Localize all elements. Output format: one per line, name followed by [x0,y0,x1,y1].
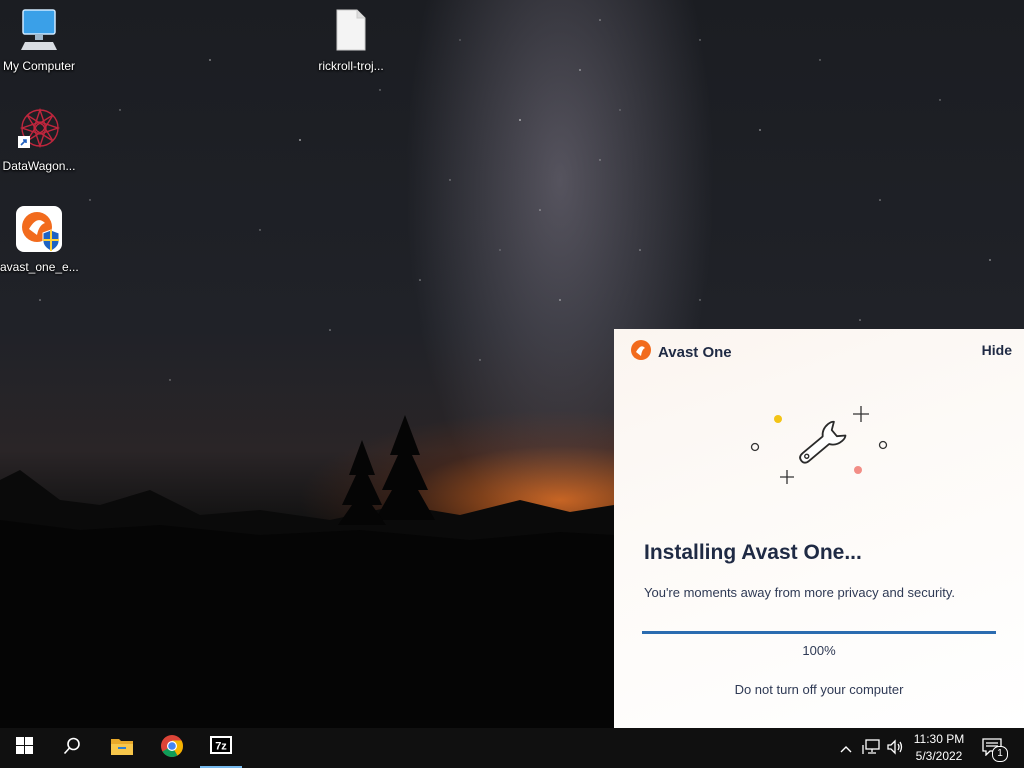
desktop-icon-label: rickroll-troj... [318,59,384,73]
clock-date: 5/3/2022 [915,749,963,763]
installer-illustration [744,401,894,496]
avast-installer-icon [0,205,78,256]
desktop-icon-avast-installer[interactable]: avast_one_e... [0,205,79,274]
desktop-icon-label: DataWagon... [2,159,76,173]
search-button[interactable] [48,728,96,768]
hide-button[interactable]: Hide [982,342,1012,358]
start-icon [15,737,33,759]
file-explorer-icon [110,736,134,761]
desktop-icon-label: My Computer [2,59,76,73]
notification-icon: 1 [982,738,1008,762]
svg-text:7z: 7z [215,740,227,752]
avast-logo-icon [630,339,652,366]
taskbar: 7z 11:30 PM 5/3/2022 1 [0,728,1024,768]
chevron-up-icon [840,741,852,756]
file-icon [312,8,390,55]
wrench-icon [799,420,847,464]
avast-header: Avast One [630,339,732,366]
progress-fill [642,631,996,634]
clock-time: 11:30 PM [913,732,965,746]
desktop-icon-rickroll[interactable]: rickroll-troj... [312,8,390,73]
system-clock[interactable]: 11:30 PM 5/3/2022 [902,731,976,765]
start-button[interactable] [0,728,48,768]
7zip-button[interactable]: 7z [200,728,242,768]
chrome-button[interactable] [148,728,196,768]
file-explorer-button[interactable] [98,728,146,768]
desktop-icon-datawagon[interactable]: DataWagon... [0,106,78,173]
progress-bar [642,631,996,634]
computer-icon [0,8,78,55]
desktop-icon-my-computer[interactable]: My Computer [0,8,78,73]
power-warning: Do not turn off your computer [734,682,904,697]
notification-center-button[interactable]: 1 [978,728,1008,768]
network-button[interactable] [860,728,882,768]
network-icon [862,738,880,758]
search-icon [63,737,81,760]
show-hidden-icons-button[interactable] [836,728,856,768]
7zip-icon: 7z [209,735,233,760]
datawagon-icon [0,106,78,155]
chrome-icon [160,734,184,763]
notification-badge: 1 [992,746,1008,762]
app-title: Avast One [658,344,732,361]
avast-installer-window: Avast One Hide Installing Avast One... Y… [614,329,1024,728]
install-subtext: You're moments away from more privacy an… [644,585,955,600]
install-heading: Installing Avast One... [644,541,862,564]
progress-percent: 100% [802,643,836,658]
desktop-icon-label: avast_one_e... [0,260,79,274]
yellow-dot-icon [774,415,782,423]
